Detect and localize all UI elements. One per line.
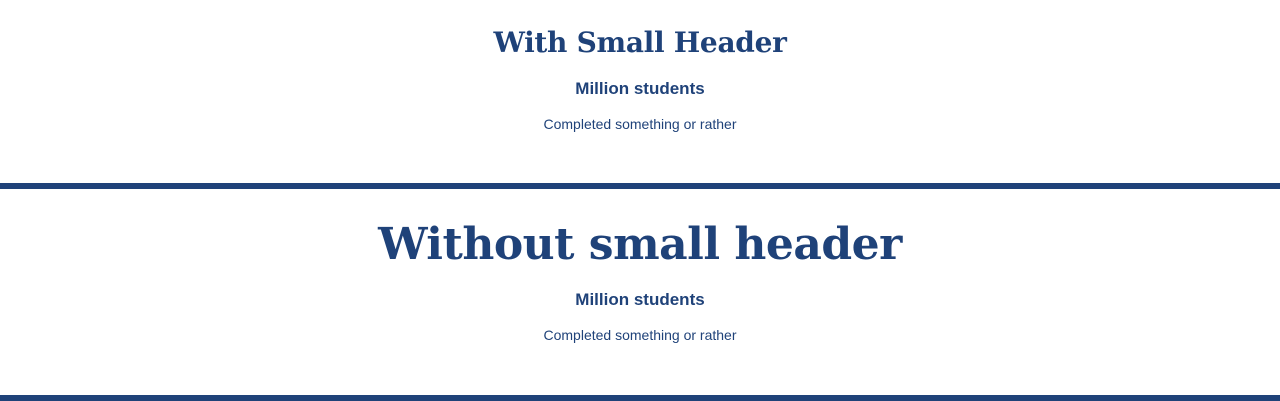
stat-block-large-header: Without small header Million students Co… (0, 189, 1280, 395)
stat-label: Million students (575, 79, 705, 98)
section-divider (0, 395, 1280, 401)
stat-block-small-header: With Small Header Million students Compl… (0, 0, 1280, 183)
stat-label: Million students (575, 290, 705, 309)
stat-description: Completed something or rather (543, 116, 737, 132)
stat-heading: With Small Header (493, 26, 787, 59)
stat-heading: Without small header (378, 219, 902, 270)
stat-description: Completed something or rather (543, 327, 737, 343)
